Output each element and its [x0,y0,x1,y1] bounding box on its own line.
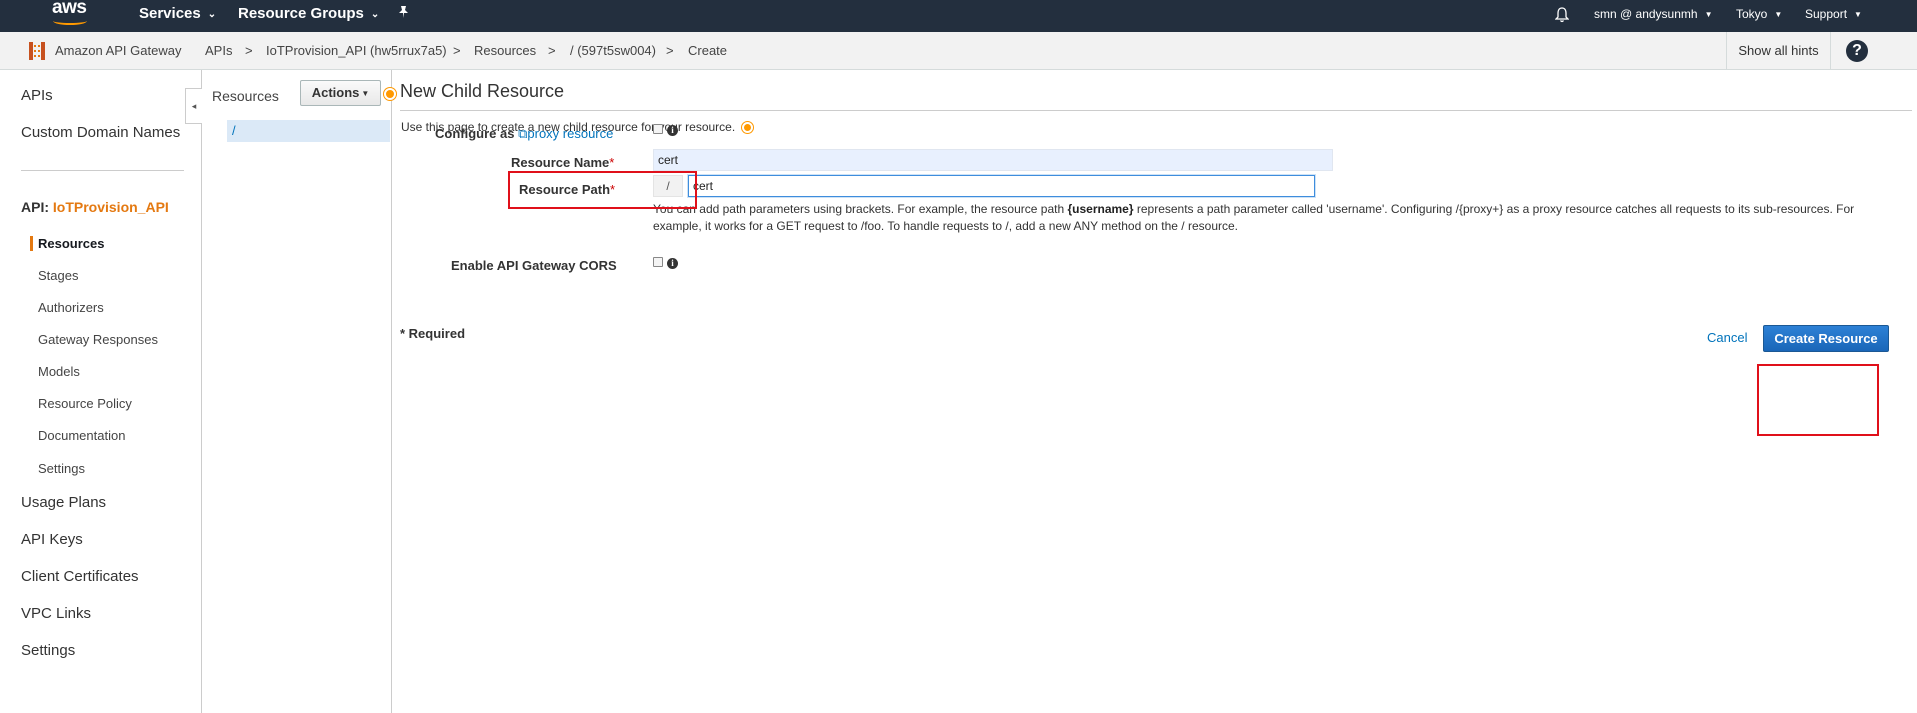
resource-path-label: Resource Path* [519,182,615,197]
resources-panel-title: Resources [212,88,279,104]
breadcrumb-separator: > [453,43,461,58]
chevron-down-icon: ▼ [1774,10,1783,19]
main-content: New Child Resource Use this page to crea… [393,70,1917,713]
region-menu[interactable]: Tokyo ▼ [1736,7,1782,21]
actions-dropdown-button[interactable]: Actions ▼ [300,80,381,106]
resource-groups-menu[interactable]: Resource Groups ⌄ [238,5,379,22]
services-label: Services [139,5,201,22]
aws-smile-icon [53,17,87,25]
sidebar: APIs Custom Domain Names API: IoTProvisi… [0,70,202,713]
breadcrumb-separator: > [666,43,674,58]
show-all-hints-button[interactable]: Show all hints [1726,32,1831,70]
api-name: IoTProvision_API [52,199,169,215]
help-text-bold: {username} [1067,202,1134,216]
help-text-part1: You can add path parameters using bracke… [653,202,1068,216]
sidebar-item-custom-domain-names[interactable]: Custom Domain Names [21,124,180,141]
sidebar-item-client-certificates[interactable]: Client Certificates [21,568,139,585]
resource-tree-item[interactable]: / [227,120,390,142]
sidebar-item-usage-plans[interactable]: Usage Plans [21,494,106,511]
hint-icon[interactable] [741,122,753,133]
resource-path-prefix: / [653,175,683,197]
api-prefix: API: [21,199,49,215]
resource-name-label-text: Resource Name [511,155,610,170]
breadcrumb-api[interactable]: IoTProvision_API (hw5rrux7a5) [266,43,447,58]
sidebar-item-settings[interactable]: Settings [21,642,75,659]
sidebar-item-authorizers[interactable]: Authorizers [38,300,104,315]
info-icon[interactable]: i [667,125,678,136]
chevron-down-icon: ⌄ [207,9,217,20]
top-nav: aws Services ⌄ Resource Groups ⌄ smn @ and… [0,0,1917,32]
page-title: New Child Resource [400,81,565,101]
breadcrumb-resource-id[interactable]: / (597t5sw004) [570,43,656,58]
proxy-resource-link[interactable]: ⧉proxy resource [518,126,613,141]
enable-cors-checkbox[interactable] [653,257,663,267]
resource-path-label-text: Resource Path [519,182,611,197]
pin-icon[interactable] [397,5,410,22]
external-link-icon: ⧉ [518,126,528,141]
configure-label: Configure as [435,126,515,141]
resources-panel: Resources Actions ▼ / [203,70,396,713]
breadcrumb-create: Create [688,43,728,58]
breadcrumb: Amazon API Gateway APIs > IoTProvision_A… [0,32,1917,70]
chevron-down-icon: ▼ [1854,10,1862,19]
sidebar-item-gateway-responses[interactable]: Gateway Responses [38,332,158,347]
api-gateway-icon [27,41,47,61]
resource-path-help-text: You can add path parameters using bracke… [653,201,1893,235]
required-asterisk: * [610,182,616,197]
chevron-left-icon: ◂ [191,101,197,111]
resource-groups-label: Resource Groups [238,5,364,22]
breadcrumb-separator: > [245,43,253,58]
sidebar-item-stages[interactable]: Stages [38,268,78,283]
resource-name-input[interactable]: cert [653,149,1333,171]
breadcrumb-service[interactable]: Amazon API Gateway [55,43,181,58]
breadcrumb-apis[interactable]: APIs [205,43,232,58]
sidebar-api-label[interactable]: API: IoTProvision_API [21,199,169,215]
breadcrumb-separator: > [548,43,556,58]
required-asterisk: * [609,155,615,170]
sidebar-item-documentation[interactable]: Documentation [38,428,125,443]
breadcrumb-resources[interactable]: Resources [474,43,536,58]
chevron-down-icon: ⌄ [370,9,380,20]
collapse-sidebar-button[interactable]: ◂ [185,88,202,124]
resource-path-input[interactable]: cert [688,175,1315,197]
configure-proxy-checkbox[interactable] [653,124,663,134]
sidebar-item-vpc-links[interactable]: VPC Links [21,605,91,622]
sidebar-item-resources[interactable]: Resources [38,236,104,251]
region-label: Tokyo [1736,7,1768,21]
heading-divider [400,110,1912,111]
proxy-resource-link-text: proxy resource [527,126,614,141]
sidebar-item-models[interactable]: Models [38,364,80,379]
enable-cors-label: Enable API Gateway CORS [451,258,617,273]
configure-proxy-label: Configure as ⧉proxy resource [435,126,613,142]
help-icon[interactable]: ? [1846,40,1868,62]
aws-logo[interactable]: aws [49,0,93,30]
resource-name-label: Resource Name* [511,155,614,170]
info-icon[interactable]: i [667,258,678,269]
active-indicator [30,236,33,251]
chevron-down-icon: ▼ [1704,10,1713,19]
actions-label: Actions [311,85,360,100]
account-menu[interactable]: smn @ andysunmh ▼ [1594,7,1712,21]
create-resource-button[interactable]: Create Resource [1763,325,1889,352]
sidebar-item-resource-policy[interactable]: Resource Policy [38,396,132,411]
support-menu[interactable]: Support ▼ [1805,7,1862,21]
sidebar-item-api-settings[interactable]: Settings [38,461,85,476]
services-menu[interactable]: Services ⌄ [139,5,216,22]
cancel-button[interactable]: Cancel [1707,330,1747,345]
sidebar-divider [21,170,184,171]
sidebar-item-apis[interactable]: APIs [21,87,53,104]
notifications-bell-icon[interactable] [1554,7,1570,23]
caret-down-icon: ▼ [361,89,370,98]
sidebar-item-api-keys[interactable]: API Keys [21,531,83,548]
required-note: * Required [400,326,466,341]
account-label: smn @ andysunmh [1594,7,1698,21]
support-label: Support [1805,7,1848,21]
